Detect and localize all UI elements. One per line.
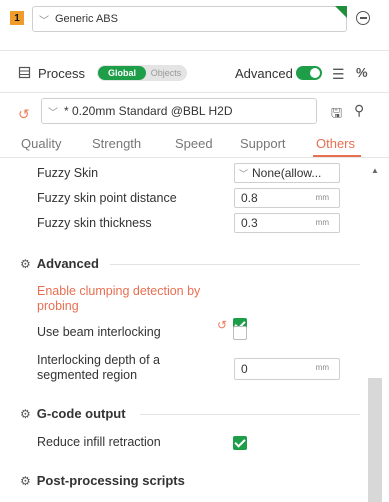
- beam-interlocking-label: Use beam interlocking: [37, 325, 161, 339]
- preset-select[interactable]: ﹀ * 0.20mm Standard @BBL H2D: [41, 98, 317, 124]
- reduce-infill-checkbox[interactable]: [233, 436, 247, 450]
- fuzzy-distance-value: 0.8: [241, 191, 258, 205]
- fuzzy-thickness-value: 0.3: [241, 216, 258, 230]
- unit-label: mm: [315, 363, 329, 372]
- tab-quality[interactable]: Quality: [21, 136, 61, 151]
- section-post-title: Post-processing scripts: [36, 473, 185, 488]
- section-divider: [110, 264, 360, 265]
- search-icon[interactable]: ⚲: [354, 102, 364, 119]
- chevron-down-icon: ﹀: [39, 15, 49, 27]
- interlocking-depth-value: 0: [241, 362, 248, 376]
- advanced-switch[interactable]: [296, 66, 322, 80]
- scope-global[interactable]: Global: [98, 66, 146, 80]
- preset-name: * 0.20mm Standard @BBL H2D: [64, 104, 233, 118]
- remove-filament-icon[interactable]: [356, 11, 370, 25]
- filament-slot-badge[interactable]: 1: [10, 11, 24, 25]
- list-icon[interactable]: ☰: [332, 66, 345, 83]
- fuzzy-skin-label: Fuzzy Skin: [37, 166, 99, 180]
- save-icon[interactable]: 🖫: [331, 104, 342, 126]
- process-title: Process: [38, 66, 85, 81]
- fuzzy-skin-value: None(allow...: [252, 166, 322, 180]
- reset-icon[interactable]: ↺: [18, 106, 30, 123]
- advanced-section-icon: ⚙: [20, 256, 31, 271]
- process-icon: [18, 66, 31, 79]
- section-divider: [140, 414, 360, 415]
- reset-icon[interactable]: ↺: [217, 318, 227, 332]
- tab-strength[interactable]: Strength: [92, 136, 141, 151]
- section-advanced-title: Advanced: [36, 256, 99, 271]
- interlocking-depth-input[interactable]: 0 mm: [234, 358, 340, 380]
- reduce-infill-label: Reduce infill retraction: [37, 435, 161, 449]
- scroll-up-arrow[interactable]: ▲: [371, 166, 379, 175]
- beam-interlocking-checkbox[interactable]: [233, 326, 247, 340]
- section-gcode-title: G-code output: [36, 406, 126, 421]
- section-gcode: ⚙ G-code output: [20, 406, 126, 421]
- section-post: ⚙ Post-processing scripts: [20, 473, 185, 488]
- divider: [0, 50, 389, 51]
- tab-support[interactable]: Support: [240, 136, 286, 151]
- clumping-label: Enable clumping detection by probing: [37, 284, 201, 313]
- post-section-icon: ⚙: [20, 473, 31, 488]
- fuzzy-thickness-input[interactable]: 0.3 mm: [234, 213, 340, 233]
- gcode-section-icon: ⚙: [20, 406, 31, 421]
- scope-toggle[interactable]: Global Objects: [97, 65, 187, 81]
- advanced-label: Advanced: [235, 66, 293, 81]
- section-advanced: ⚙ Advanced: [20, 256, 99, 271]
- filament-color-swatch: [335, 6, 347, 18]
- scrollbar-thumb[interactable]: [368, 378, 382, 502]
- filament-select[interactable]: ﹀ Generic ABS: [32, 6, 347, 32]
- filament-name: Generic ABS: [55, 13, 118, 25]
- fuzzy-distance-label: Fuzzy skin point distance: [37, 191, 177, 205]
- tab-others[interactable]: Others: [316, 136, 355, 151]
- fuzzy-thickness-label: Fuzzy skin thickness: [37, 216, 152, 230]
- percent-icon[interactable]: %: [356, 65, 368, 80]
- fuzzy-skin-select[interactable]: ﹀ None(allow...: [234, 163, 340, 183]
- fuzzy-distance-input[interactable]: 0.8 mm: [234, 188, 340, 208]
- unit-label: mm: [315, 193, 329, 202]
- divider: [0, 157, 389, 158]
- divider: [0, 92, 389, 93]
- chevron-down-icon: ﹀: [48, 107, 58, 119]
- scope-objects[interactable]: Objects: [147, 66, 185, 80]
- chevron-down-icon: ﹀: [239, 168, 249, 179]
- interlocking-depth-label: Interlocking depth of a segmented region: [37, 353, 160, 382]
- tab-speed[interactable]: Speed: [175, 136, 213, 151]
- unit-label: mm: [315, 218, 329, 227]
